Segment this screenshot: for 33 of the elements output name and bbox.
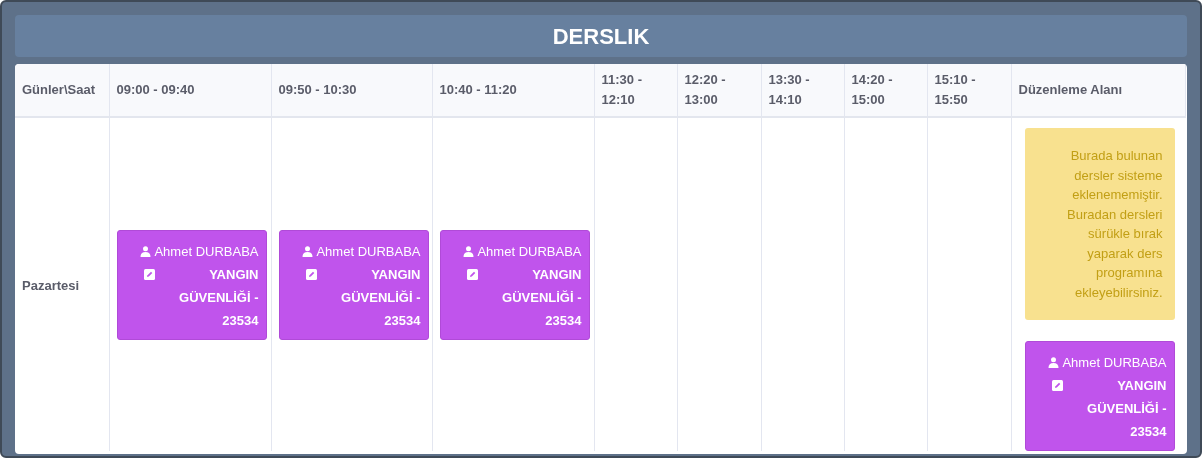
- lesson-card[interactable]: Ahmet DURBABA YANGIN GÜVENLİĞİ - 23534: [1024, 341, 1175, 451]
- teacher-name: Ahmet DURBABA: [316, 243, 421, 259]
- user-icon: [1048, 357, 1060, 368]
- course-name: YANGIN GÜVENLİĞİ - 23534: [178, 265, 259, 330]
- column-header: 09:00 - 09:40: [116, 82, 195, 97]
- course-name: YANGIN GÜVENLİĞİ - 23534: [501, 265, 582, 330]
- lesson-card[interactable]: Ahmet DURBABA YANGIN GÜVENLİĞİ - 23534: [116, 229, 267, 340]
- course-name: YANGIN GÜVENLİĞİ - 23534: [1086, 377, 1167, 441]
- column-header: Günler\Saat: [22, 82, 95, 97]
- edit-icon: [466, 268, 478, 280]
- edit-icon: [1051, 380, 1063, 391]
- column-header: Düzenleme Alanı: [1018, 82, 1123, 97]
- column-header: 13:30 - 14:10: [768, 72, 810, 107]
- column-header: 09:50 - 10:30: [278, 82, 357, 97]
- lesson-card[interactable]: Ahmet DURBABA YANGIN GÜVENLİĞİ - 23534: [439, 229, 590, 340]
- teacher-name: Ahmet DURBABA: [477, 243, 582, 259]
- teacher-name: Ahmet DURBABA: [1062, 355, 1167, 370]
- edit-icon: [305, 268, 317, 280]
- teacher-name: Ahmet DURBABA: [154, 243, 259, 259]
- user-icon: [302, 245, 314, 257]
- page-title: DERSLIK: [552, 22, 650, 51]
- day-label: Pazartesi: [22, 277, 80, 293]
- column-header: 10:40 - 11:20: [439, 82, 517, 97]
- column-header: 14:20 - 15:00: [851, 72, 893, 107]
- column-header: 12:20 - 13:00: [684, 72, 726, 107]
- course-name: YANGIN GÜVENLİĞİ - 23534: [340, 265, 421, 330]
- column-header: 15:10 - 15:50: [934, 72, 976, 107]
- user-icon: [463, 245, 475, 257]
- info-note: Burada bulunan dersler sisteme eklenememiştir. Buradan dersleri sürükle bırak yaparak ders programına ekleyebilirsiniz.: [1024, 128, 1175, 320]
- lesson-card[interactable]: Ahmet DURBABA YANGIN GÜVENLİĞİ - 23534: [278, 229, 429, 340]
- user-icon: [140, 245, 152, 257]
- edit-icon: [143, 268, 155, 280]
- column-header: 11:30 - 12:10: [601, 72, 642, 107]
